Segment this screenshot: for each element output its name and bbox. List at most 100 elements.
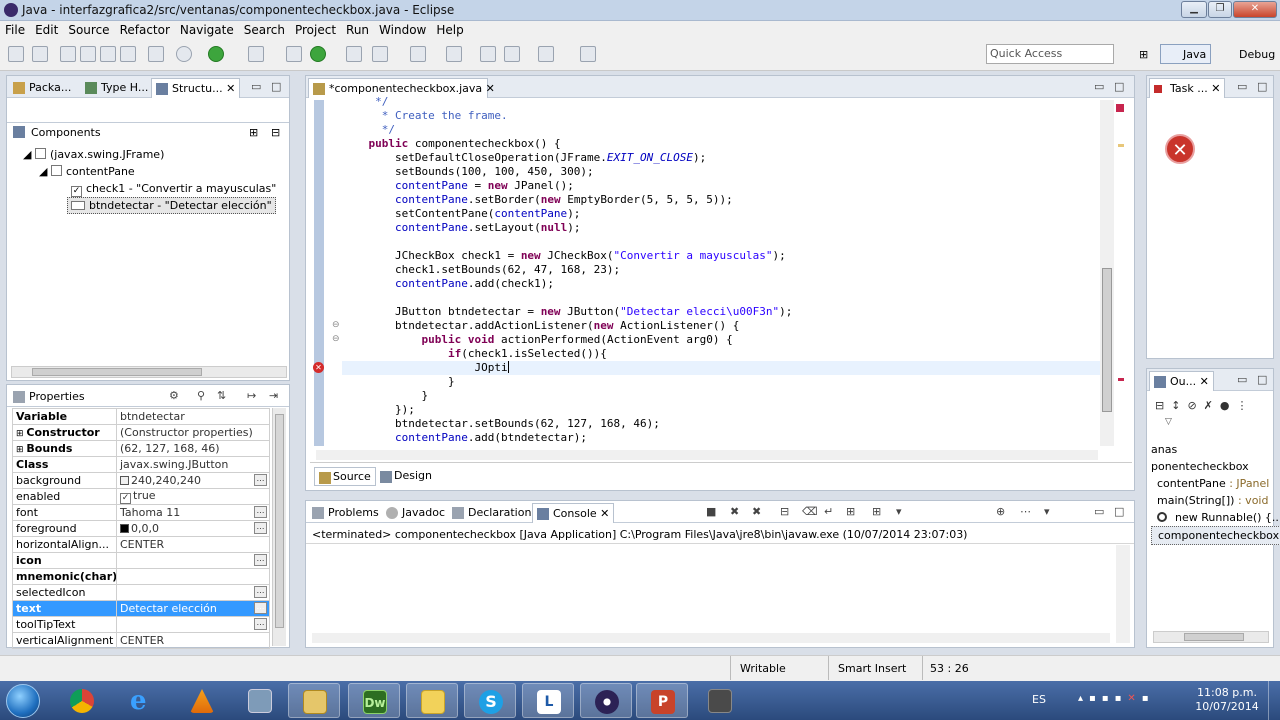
scrollbar-thumb[interactable] xyxy=(32,368,202,376)
code-line[interactable] xyxy=(342,235,792,249)
property-row[interactable]: font Tahoma 11… xyxy=(12,504,270,521)
property-value[interactable]: (62, 127, 168, 46) xyxy=(116,440,270,457)
language-indicator[interactable]: ES xyxy=(1032,693,1046,706)
menu-navigate[interactable]: Navigate xyxy=(175,21,239,37)
menu-icon[interactable]: ⇥ xyxy=(269,389,278,402)
tab-package-explorer[interactable]: Packa... xyxy=(9,78,75,98)
ellipsis-button[interactable]: … xyxy=(254,506,267,518)
new-icon[interactable] xyxy=(8,46,24,62)
save-all-icon[interactable] xyxy=(80,46,96,62)
explorer-taskbar-item[interactable] xyxy=(288,683,340,718)
external-tools-icon[interactable] xyxy=(248,46,264,62)
code-line[interactable]: check1.setBounds(62, 47, 168, 23); xyxy=(342,263,792,277)
hide-static-icon[interactable]: ✗ xyxy=(1204,399,1213,412)
pin-editor-icon[interactable] xyxy=(580,46,596,62)
tray-alert-icon[interactable]: ✕ xyxy=(1127,693,1141,704)
error-overview-icon[interactable] xyxy=(1116,104,1124,112)
property-row[interactable]: horizontalAlign... CENTER xyxy=(12,536,270,553)
search-icon[interactable] xyxy=(372,46,388,62)
debug-perspective-button[interactable]: Debug xyxy=(1216,44,1280,64)
tree-item-contentpane[interactable]: ◢ contentPane xyxy=(39,165,135,178)
ellipsis-button[interactable]: … xyxy=(254,602,267,614)
network-taskbar-item[interactable] xyxy=(234,683,286,718)
last-edit-icon[interactable] xyxy=(480,46,496,62)
prev-annotation-icon[interactable] xyxy=(446,46,462,62)
property-value[interactable]: 0,0,0… xyxy=(116,520,270,537)
scrollbar-thumb[interactable] xyxy=(1102,268,1112,412)
tree-item-check1[interactable]: ✓ check1 - "Convertir a mayusculas" xyxy=(71,182,276,197)
open-perspective-icon[interactable]: ⊞ xyxy=(1134,44,1156,64)
back-icon[interactable] xyxy=(504,46,520,62)
property-value[interactable]: Tahoma 11… xyxy=(116,504,270,521)
print-icon[interactable] xyxy=(100,46,116,62)
goto-definition-icon[interactable]: ⚲ xyxy=(197,389,205,402)
tab-javadoc[interactable]: Javadoc xyxy=(382,503,449,523)
view-menu-icon[interactable]: ▾ xyxy=(1044,505,1050,518)
horizontal-scrollbar[interactable] xyxy=(11,366,287,378)
code-line[interactable]: * Create the frame. xyxy=(342,109,792,123)
code-line[interactable]: contentPane.setLayout(null); xyxy=(342,221,792,235)
property-row[interactable]: text Detectar elección… xyxy=(12,600,270,617)
property-value[interactable]: … xyxy=(116,616,270,633)
scrollbar-thumb[interactable] xyxy=(1184,633,1244,641)
property-row[interactable]: ⊞ Constructor (Constructor properties) xyxy=(12,424,270,441)
default-value-icon[interactable]: ↦ xyxy=(247,389,256,402)
maximize-view-icon[interactable]: □ xyxy=(1257,80,1267,93)
tab-type-hierarchy[interactable]: Type H... xyxy=(81,78,152,98)
minimize-view-icon[interactable]: ▭ xyxy=(1094,505,1104,518)
code-line[interactable]: JButton btndetectar = new JButton("Detec… xyxy=(342,305,792,319)
remove-all-icon[interactable]: ✖ xyxy=(752,505,761,518)
maximize-view-icon[interactable]: □ xyxy=(271,80,281,93)
tab-problems[interactable]: Problems xyxy=(308,503,383,523)
property-row[interactable]: Class javax.swing.JButton xyxy=(12,456,270,473)
property-row[interactable]: mnemonic(char) xyxy=(12,568,270,585)
property-row[interactable]: foreground 0,0,0… xyxy=(12,520,270,537)
new-java-package-icon[interactable] xyxy=(286,46,302,62)
menu-edit[interactable]: Edit xyxy=(30,21,63,37)
code-line[interactable]: contentPane = new JPanel(); xyxy=(342,179,792,193)
ellipsis-button[interactable]: … xyxy=(254,522,267,534)
tab-task-list[interactable]: Task ... ✕ xyxy=(1149,78,1226,98)
tree-item-jframe[interactable]: ◢ (javax.swing.JFrame) xyxy=(23,148,164,161)
code-line[interactable]: btndetectar.setBounds(62, 127, 168, 46); xyxy=(342,417,792,431)
menu-window[interactable]: Window xyxy=(374,21,431,37)
tree-item-btndetectar[interactable]: btndetectar - "Detectar elección" xyxy=(67,197,276,214)
show-on-output-icon[interactable]: ⊞ xyxy=(872,505,881,518)
tools-taskbar-item[interactable] xyxy=(694,683,746,718)
word-wrap-icon[interactable]: ↵ xyxy=(824,505,833,518)
quick-access-input[interactable]: Quick Access xyxy=(986,44,1114,64)
property-row[interactable]: ⊞ Bounds (62, 127, 168, 46) xyxy=(12,440,270,457)
skype-taskbar-item[interactable]: S xyxy=(464,683,516,718)
eclipse-taskbar-item[interactable] xyxy=(580,683,632,718)
terminate-icon[interactable]: ■ xyxy=(706,505,716,518)
outline-hscrollbar[interactable] xyxy=(1153,631,1269,643)
property-value[interactable]: Detectar elección… xyxy=(116,600,270,617)
notes-taskbar-item[interactable] xyxy=(406,683,458,718)
ellipsis-button[interactable]: … xyxy=(254,586,267,598)
property-row[interactable]: enabled ✓ true xyxy=(12,488,270,505)
chrome-taskbar-item[interactable] xyxy=(56,683,108,718)
maximize-button[interactable]: ❐ xyxy=(1208,1,1232,18)
menu-help[interactable]: Help xyxy=(431,21,468,37)
show-advanced-icon[interactable]: ⇅ xyxy=(217,389,226,402)
scrollbar-thumb[interactable] xyxy=(275,414,284,628)
expand-icon[interactable]: ⊞ xyxy=(16,445,26,455)
next-annotation-icon[interactable] xyxy=(410,46,426,62)
minimize-view-icon[interactable]: ▭ xyxy=(1094,80,1104,93)
close-tab-icon[interactable]: ✕ xyxy=(1211,82,1220,95)
warning-overview-marker[interactable] xyxy=(1118,144,1124,147)
maximize-view-icon[interactable]: □ xyxy=(1257,373,1267,386)
editor-vscrollbar[interactable] xyxy=(1100,100,1114,446)
property-value[interactable] xyxy=(116,568,270,585)
close-tab-icon[interactable]: ✕ xyxy=(600,507,609,520)
menu-refactor[interactable]: Refactor xyxy=(115,21,175,37)
menu-file[interactable]: File xyxy=(0,21,30,37)
hide-fields-icon[interactable]: ⊘ xyxy=(1187,399,1196,412)
code-line[interactable]: btndetectar.addActionListener(new Action… xyxy=(342,319,792,333)
ellipsis-button[interactable]: … xyxy=(254,554,267,566)
minimize-view-icon[interactable]: ▭ xyxy=(1237,80,1247,93)
toggle-mark-icon[interactable] xyxy=(148,46,164,62)
open-console-icon[interactable]: ⋯ xyxy=(1020,505,1031,518)
outline-item[interactable]: new Runnable() {...} xyxy=(1151,509,1280,526)
property-value[interactable]: … xyxy=(116,584,270,601)
